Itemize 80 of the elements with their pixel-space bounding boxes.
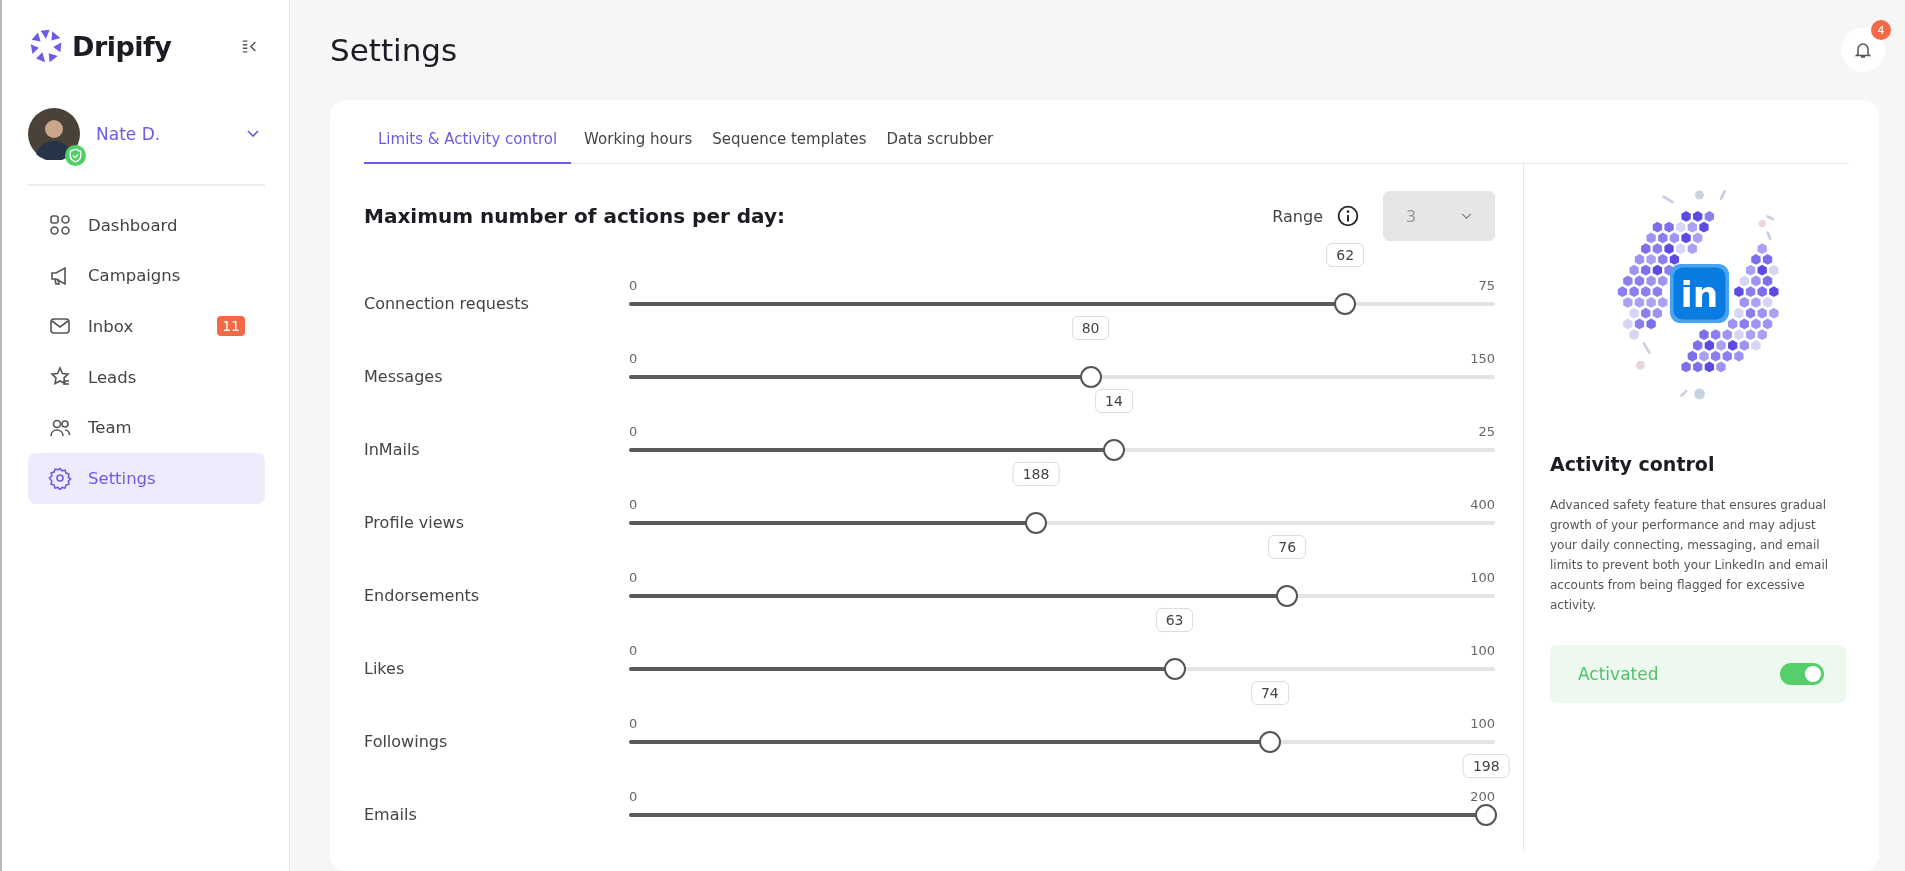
panel-title: Activity control — [1550, 453, 1715, 475]
slider-thumb[interactable] — [1079, 366, 1102, 388]
slider-thumb[interactable] — [1475, 804, 1498, 826]
range-min: 0 — [629, 352, 638, 366]
range-min: 0 — [629, 571, 638, 585]
chevron-icon — [247, 130, 259, 138]
range-max: 150 — [1470, 352, 1495, 366]
tab[interactable]: Data scrubber — [879, 122, 1001, 164]
notification-count: 4 — [1871, 20, 1891, 40]
range-min: 0 — [629, 279, 638, 293]
tab[interactable]: Sequence templates — [705, 122, 874, 164]
slider[interactable] — [629, 658, 1495, 680]
slider[interactable] — [629, 585, 1495, 607]
tab[interactable]: Working hours — [577, 122, 700, 164]
nav-item[interactable]: Campaigns — [28, 250, 265, 302]
chevron-icon — [1461, 212, 1472, 220]
range-max: 100 — [1470, 717, 1495, 731]
range-min: 0 — [629, 717, 638, 731]
nav-item[interactable]: Settings — [28, 452, 265, 504]
value-bubble: 198 — [1462, 754, 1510, 778]
settings-icon — [48, 466, 72, 491]
bell-icon — [1853, 40, 1873, 60]
range-min: 0 — [629, 790, 638, 804]
range-max: 200 — [1470, 790, 1495, 804]
slider-thumb[interactable] — [1102, 439, 1125, 461]
linkedin-logo: in — [1680, 273, 1719, 315]
nav-item[interactable]: Dashboard — [28, 200, 265, 251]
range-max: 75 — [1478, 279, 1495, 293]
section-heading: Maximum number of actions per day: — [364, 204, 785, 228]
slider[interactable] — [629, 731, 1495, 753]
value-bubble: 63 — [1155, 608, 1194, 632]
range-min: 0 — [629, 425, 638, 439]
slider-label: Likes — [364, 658, 406, 680]
range-max: 100 — [1470, 571, 1495, 585]
slider[interactable] — [629, 366, 1495, 388]
range-label: Range — [1272, 206, 1323, 226]
info-icon[interactable] — [1337, 205, 1359, 227]
collapse-icon[interactable] — [241, 38, 259, 54]
slider-thumb[interactable] — [1025, 512, 1047, 534]
brand-name: Dripify — [72, 30, 172, 62]
slider-thumb[interactable] — [1334, 293, 1357, 315]
value-bubble: 76 — [1268, 535, 1307, 559]
slider-label: Emails — [364, 804, 418, 826]
slider-thumb[interactable] — [1258, 731, 1281, 753]
notification-button[interactable] — [1841, 28, 1885, 72]
value-bubble: 188 — [1012, 462, 1060, 486]
slider-thumb[interactable] — [1163, 658, 1186, 680]
page-title: Settings — [330, 32, 458, 68]
value-bubble: 80 — [1071, 316, 1110, 340]
panel-description: Advanced safety feature that ensures gradual growth of your performance and may adjust your daily connecting, messaging, and email limits to prevent both your LinkedIn and email accounts from being flagged for excessive activity. — [1550, 497, 1830, 614]
slider-label: Connection requests — [364, 293, 530, 315]
slider-thumb[interactable] — [1276, 585, 1299, 607]
slider[interactable] — [629, 512, 1495, 534]
value-bubble: 14 — [1095, 389, 1133, 413]
dashboard-icon — [48, 213, 72, 238]
nav-item[interactable]: Leads — [28, 351, 265, 403]
slider[interactable] — [629, 293, 1495, 315]
range-max: 100 — [1470, 644, 1495, 658]
slider-label: Endorsements — [364, 585, 481, 607]
tab[interactable]: Limits & Activity control — [364, 122, 572, 164]
slider-label: Profile views — [364, 512, 465, 534]
slider-label: Followings — [364, 731, 449, 753]
avatar-icon — [28, 108, 80, 160]
range-max: 25 — [1478, 425, 1495, 439]
slider-label: Messages — [364, 366, 444, 388]
logo-icon — [28, 28, 64, 64]
toggle-switch[interactable] — [1780, 663, 1824, 685]
slider[interactable] — [629, 439, 1495, 461]
value-bubble: 74 — [1250, 681, 1289, 705]
profile-button[interactable]: Nate D. — [28, 106, 265, 162]
range-max: 400 — [1470, 498, 1495, 512]
range-min: 0 — [629, 644, 638, 658]
nav-item[interactable]: Inbox 11 — [28, 301, 265, 352]
value-bubble: 62 — [1326, 243, 1365, 267]
nav-item[interactable]: Team — [28, 402, 265, 453]
status-label: Activated — [1578, 664, 1659, 684]
slider[interactable] — [629, 804, 1495, 826]
count-badge: 11 — [217, 316, 245, 337]
slider-label: InMails — [364, 439, 421, 461]
range-min: 0 — [629, 498, 638, 512]
